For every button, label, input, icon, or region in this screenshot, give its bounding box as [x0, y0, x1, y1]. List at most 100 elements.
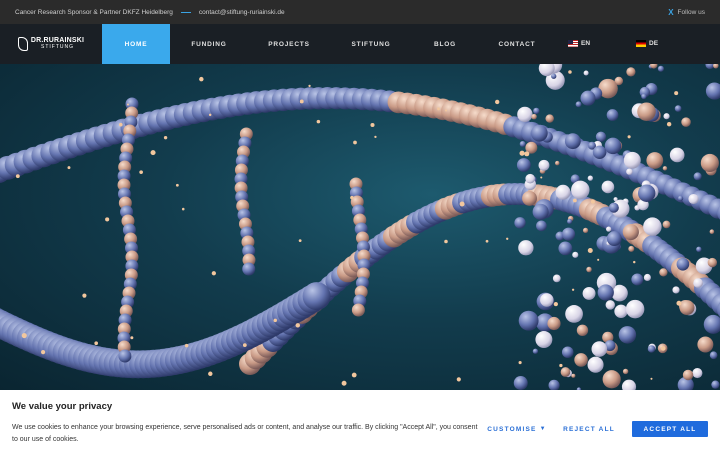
bead — [302, 282, 331, 311]
bead — [298, 239, 302, 243]
bead — [560, 367, 571, 377]
bead — [437, 107, 440, 111]
bead — [703, 314, 720, 334]
bead — [350, 195, 354, 200]
bead — [548, 379, 560, 390]
reject-all-button[interactable]: REJECT ALL — [554, 421, 624, 437]
bead — [308, 84, 311, 88]
bead — [590, 199, 595, 204]
bead — [697, 336, 714, 353]
bead — [606, 231, 622, 247]
bead — [637, 102, 656, 122]
bead — [693, 172, 702, 181]
bead — [552, 274, 561, 283]
bead — [627, 135, 631, 139]
bead — [538, 159, 550, 171]
bead — [370, 122, 375, 127]
bead — [533, 107, 540, 115]
bead — [545, 114, 554, 123]
separator — [180, 11, 191, 13]
bead — [105, 217, 110, 222]
follow-us-link[interactable]: X Follow us — [668, 8, 705, 17]
bead — [679, 300, 695, 316]
bead — [15, 174, 20, 179]
bead — [676, 300, 682, 306]
bead — [626, 168, 633, 175]
nav-item-stiftung[interactable]: STIFTUNG — [330, 24, 412, 64]
bead — [547, 316, 561, 331]
bead — [459, 201, 465, 207]
contact-email-link[interactable]: contact@stiftung-ruriainski.de — [199, 9, 285, 16]
bead — [531, 113, 537, 120]
bead — [242, 262, 256, 276]
bead — [597, 258, 600, 261]
bead — [713, 64, 719, 69]
bead — [662, 166, 668, 171]
bead — [606, 109, 619, 121]
bead — [553, 301, 558, 307]
bead — [707, 257, 718, 268]
bead — [597, 284, 614, 301]
bead — [139, 170, 143, 174]
nav-menu: HOME FUNDING PROJECTS STIFTUNG BLOG CONT… — [102, 24, 556, 64]
nav-item-funding[interactable]: FUNDING — [170, 24, 248, 64]
language-switcher: EN DE — [568, 40, 658, 48]
nav-item-contact[interactable]: CONTACT — [478, 24, 556, 64]
bead — [646, 152, 664, 169]
bead — [150, 150, 156, 156]
bead — [595, 131, 607, 142]
customise-button[interactable]: CUSTOMISE ▼ — [484, 421, 550, 437]
nav-item-projects[interactable]: PROJECTS — [248, 24, 330, 64]
bead — [522, 190, 537, 206]
bead — [518, 361, 522, 365]
bead — [175, 183, 179, 187]
bead — [82, 293, 87, 298]
bead — [606, 226, 612, 232]
german-flag-icon — [636, 40, 647, 48]
bead — [456, 377, 461, 382]
bead — [518, 240, 534, 256]
nav-item-blog[interactable]: BLOG — [412, 24, 478, 64]
bead — [351, 303, 365, 317]
bead — [561, 346, 574, 358]
bead — [535, 331, 553, 348]
bead — [495, 99, 500, 105]
bead — [602, 370, 621, 389]
bead — [299, 99, 304, 104]
bead — [351, 372, 357, 378]
bead — [118, 122, 123, 127]
accept-all-button[interactable]: ACCEPT ALL — [632, 421, 708, 437]
bead — [513, 375, 528, 390]
nav-item-home[interactable]: HOME — [102, 24, 170, 64]
bead — [572, 251, 579, 258]
bead — [592, 145, 607, 160]
bead — [614, 304, 628, 318]
bead — [568, 70, 572, 74]
bead — [558, 241, 573, 256]
lang-de-option[interactable]: DE — [636, 40, 658, 48]
bead — [711, 380, 720, 389]
bead — [540, 176, 543, 179]
tagline: Cancer Research Sponsor & Partner DKFZ H… — [15, 8, 173, 16]
bead — [571, 288, 575, 291]
bead — [688, 193, 699, 205]
bead — [662, 220, 671, 229]
bead — [709, 229, 715, 234]
bead — [676, 257, 690, 271]
logo-icon — [17, 37, 28, 51]
bead — [184, 343, 189, 348]
lang-en-option[interactable]: EN — [568, 40, 590, 48]
chevron-down-icon: ▼ — [539, 426, 547, 432]
bead — [571, 180, 590, 200]
bead — [561, 227, 576, 241]
bead — [705, 64, 715, 70]
bead — [587, 175, 593, 181]
bead — [666, 121, 672, 127]
bead — [517, 106, 533, 123]
bead — [601, 180, 615, 194]
bead — [587, 247, 593, 253]
bead — [532, 348, 539, 354]
site-logo[interactable]: DR.RURAINSKI STIFTUNG — [0, 24, 102, 64]
bead — [524, 151, 530, 157]
follow-us-label: Follow us — [677, 8, 705, 16]
